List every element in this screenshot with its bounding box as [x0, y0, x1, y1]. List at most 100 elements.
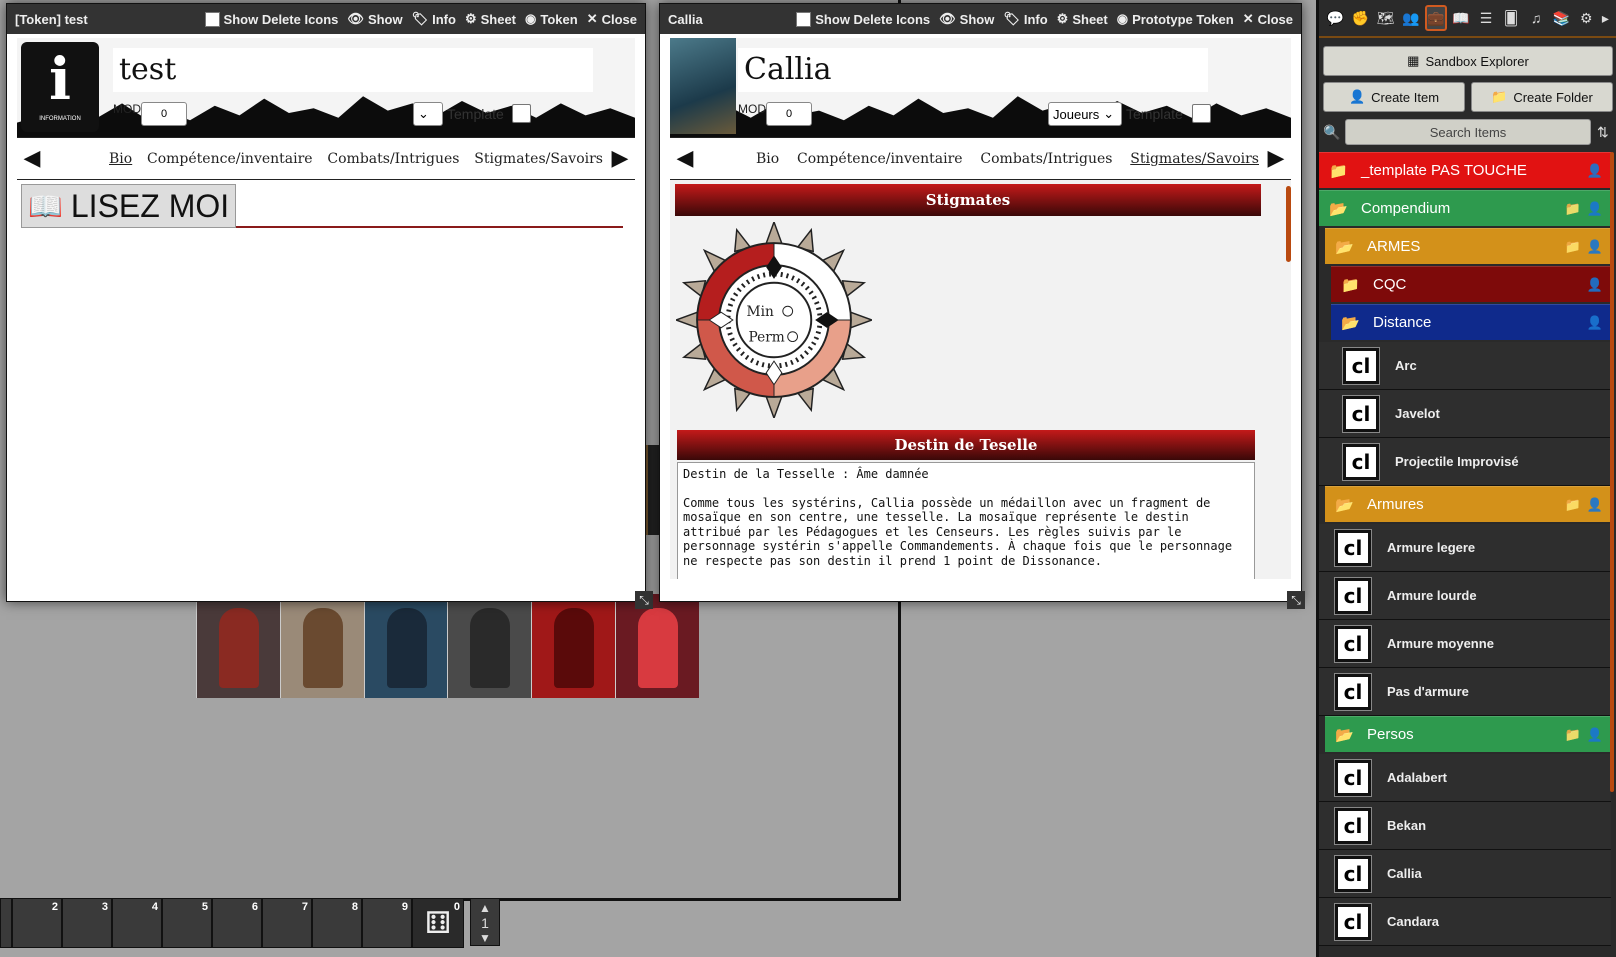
macro-slot[interactable]: 6	[212, 898, 262, 948]
list-item[interactable]: cl Armure legere	[1319, 524, 1611, 572]
create-entry-icon[interactable]: 👤	[1587, 277, 1603, 293]
scrollbar[interactable]	[1286, 186, 1291, 262]
tab-prev-arrow[interactable]: ◀	[21, 146, 43, 171]
window-header[interactable]: Callia Show Delete Icons 👁 Show 🏷 Info ⚙ Sh…	[660, 4, 1301, 34]
card-image[interactable]	[447, 594, 532, 698]
collapse-sidebar-icon[interactable]: ▸	[1600, 5, 1610, 31]
permission-select[interactable]: Joueurs ⌄	[1048, 102, 1122, 126]
tab-next-arrow[interactable]: ▶	[1265, 146, 1287, 171]
cards-icon[interactable]: 🂠	[1500, 5, 1522, 31]
card-image[interactable]	[531, 594, 616, 698]
window-header[interactable]: [Token] test Show Delete Icons 👁 Show 🏷 In…	[7, 4, 645, 34]
macro-slot[interactable]: 7	[262, 898, 312, 948]
template-checkbox[interactable]	[512, 104, 531, 123]
checkbox[interactable]	[204, 11, 220, 27]
tab-combats[interactable]: Combats/Intrigues	[980, 151, 1112, 167]
tab-prev-arrow[interactable]: ◀	[674, 146, 696, 171]
macro-slot[interactable]: 3	[62, 898, 112, 948]
macro-slot[interactable]: 5	[162, 898, 212, 948]
tab-stigmates[interactable]: Stigmates/Savoirs	[1130, 151, 1259, 167]
settings-icon[interactable]: ⚙	[1575, 5, 1597, 31]
create-item-button[interactable]: 👤 Create Item	[1323, 82, 1465, 112]
card-image[interactable]	[279, 594, 364, 698]
folder-cqc[interactable]: 📁 CQC 👤	[1331, 266, 1611, 302]
create-subfolder-icon[interactable]: 📁	[1565, 239, 1581, 255]
actors-icon[interactable]: 👥	[1400, 5, 1422, 31]
chat-icon[interactable]: 💬	[1325, 5, 1347, 31]
prototype-token-button[interactable]: ◉ Prototype Token	[1117, 11, 1234, 27]
journal-icon[interactable]: 📖	[1450, 5, 1472, 31]
list-item[interactable]: cl Bekan	[1319, 802, 1611, 850]
macro-slot[interactable]: 9	[362, 898, 412, 948]
create-entry-icon[interactable]: 👤	[1587, 497, 1603, 513]
character-name[interactable]: test	[113, 48, 593, 92]
chevron-down-icon[interactable]: ▼	[479, 931, 491, 945]
folder-template-pas-touche[interactable]: 📁 _template PAS TOUCHE 👤	[1319, 152, 1611, 188]
tab-stigmates[interactable]: Stigmates/Savoirs	[474, 151, 603, 167]
template-checkbox[interactable]	[1192, 104, 1211, 123]
macro-slot[interactable]: 2	[12, 898, 62, 948]
macro-slot[interactable]: 8	[312, 898, 362, 948]
lisez-moi-header[interactable]: 📖 LISEZ MOI	[21, 184, 623, 228]
info-button[interactable]: 🏷 Info	[412, 11, 456, 27]
list-item[interactable]: cl Pas d'armure	[1319, 668, 1611, 716]
compendium-icon[interactable]: 📚	[1550, 5, 1572, 31]
create-entry-icon[interactable]: 👤	[1587, 727, 1603, 743]
info-logo[interactable]: i INFORMATION	[21, 42, 99, 132]
list-item[interactable]: cl Armure moyenne	[1319, 620, 1611, 668]
create-folder-button[interactable]: 📁 Create Folder	[1471, 82, 1613, 112]
folder-armures[interactable]: 📂 Armures 📁 👤	[1325, 486, 1611, 522]
sheet-button[interactable]: ⚙ Sheet	[1057, 11, 1108, 27]
character-portrait[interactable]	[670, 38, 736, 134]
search-input[interactable]: Search Items	[1345, 119, 1591, 145]
list-item[interactable]: cl Arc	[1319, 342, 1611, 390]
close-button[interactable]: ✕ Close	[1243, 11, 1293, 27]
tab-bio[interactable]: Bio	[109, 151, 132, 167]
card-image[interactable]	[196, 594, 280, 698]
create-subfolder-icon[interactable]: 📁	[1565, 201, 1581, 217]
create-subfolder-icon[interactable]: 📁	[1565, 727, 1581, 743]
tab-combats[interactable]: Combats/Intrigues	[327, 151, 459, 167]
list-item[interactable]: cl Candara	[1319, 898, 1611, 946]
checkbox[interactable]	[796, 11, 812, 27]
combat-icon[interactable]: ✊	[1350, 5, 1372, 31]
list-item[interactable]: cl Armure lourde	[1319, 572, 1611, 620]
folder-compendium[interactable]: 📂 Compendium 📁 👤	[1319, 190, 1611, 226]
folder-armes[interactable]: 📂 ARMES 📁 👤	[1325, 228, 1611, 264]
chevron-up-icon[interactable]: ▲	[479, 901, 491, 915]
tab-next-arrow[interactable]: ▶	[609, 146, 631, 171]
list-item[interactable]: cl Adalabert	[1319, 754, 1611, 802]
tab-competence[interactable]: Compétence/inventaire	[797, 151, 963, 167]
folder-distance[interactable]: 📂 Distance 👤	[1331, 304, 1611, 340]
mod-input[interactable]: 0	[141, 102, 187, 126]
character-name[interactable]: Callia	[738, 48, 1208, 92]
list-item[interactable]: cl Javelot	[1319, 390, 1611, 438]
show-button[interactable]: 👁 Show	[347, 11, 402, 27]
resize-handle[interactable]: ⤡	[1287, 591, 1305, 609]
list-item[interactable]: cl Projectile Improvisé	[1319, 438, 1611, 486]
playlists-icon[interactable]: ♫	[1525, 5, 1547, 31]
card-image[interactable]	[363, 594, 448, 698]
create-entry-icon[interactable]: 👤	[1587, 163, 1603, 179]
info-button[interactable]: 🏷 Info	[1003, 11, 1047, 27]
folder-persos[interactable]: 📂 Persos 📁 👤	[1325, 716, 1611, 752]
show-button[interactable]: 👁 Show	[939, 11, 994, 27]
template-select[interactable]: ⌄	[413, 102, 443, 126]
create-entry-icon[interactable]: 👤	[1587, 315, 1603, 331]
macro-slot[interactable]	[0, 898, 12, 948]
close-button[interactable]: ✕ Close	[587, 11, 637, 27]
macro-slot[interactable]: 4	[112, 898, 162, 948]
min-radio[interactable]	[782, 305, 794, 317]
items-icon[interactable]: 💼	[1424, 5, 1447, 31]
tab-bio[interactable]: Bio	[756, 151, 779, 167]
tab-competence[interactable]: Compétence/inventaire	[147, 151, 313, 167]
create-entry-icon[interactable]: 👤	[1587, 201, 1603, 217]
sandbox-explorer-button[interactable]: ▦ Sandbox Explorer	[1323, 46, 1613, 76]
stigmate-wheel[interactable]: Min Perm	[676, 222, 872, 418]
resize-handle[interactable]: ⤡	[635, 591, 653, 609]
perm-radio[interactable]	[787, 331, 799, 343]
create-entry-icon[interactable]: 👤	[1587, 239, 1603, 255]
list-item[interactable]: cl Callia	[1319, 850, 1611, 898]
hotbar-page-control[interactable]: ▲ 1 ▼	[470, 898, 500, 946]
create-subfolder-icon[interactable]: 📁	[1565, 497, 1581, 513]
